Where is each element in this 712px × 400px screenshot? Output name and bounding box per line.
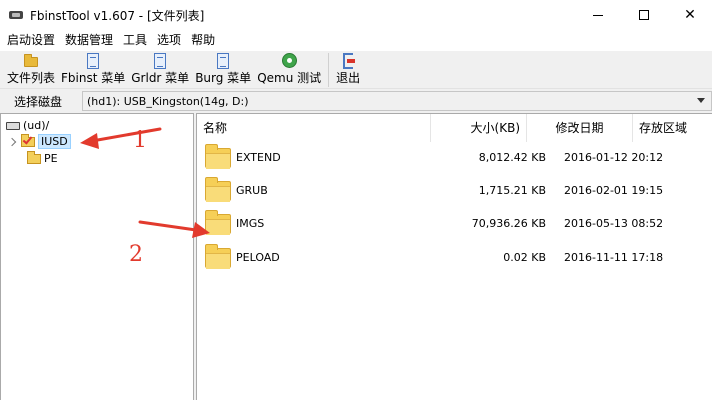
annotation-number-1: 1 bbox=[133, 128, 147, 153]
annotation-arrow-2 bbox=[138, 220, 210, 238]
annotation-number-2: 2 bbox=[129, 242, 143, 267]
annotation-overlay bbox=[80, 127, 210, 238]
annotation-arrow-1 bbox=[80, 127, 162, 149]
